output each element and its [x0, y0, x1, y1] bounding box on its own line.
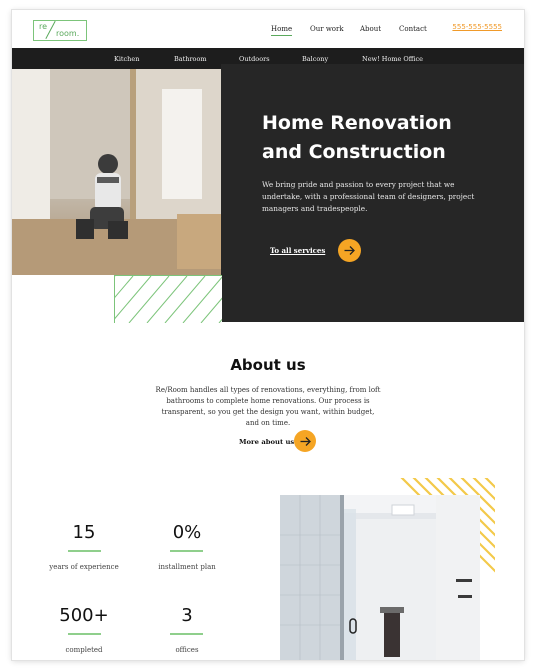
stat-value-offices: 3: [181, 605, 193, 626]
bathroom-photo: [280, 495, 480, 660]
stat-divider: [170, 550, 203, 552]
hero-title-line2: and Construction: [262, 141, 446, 163]
about-description: Re/Room handles all types of renovations…: [155, 386, 381, 427]
nav-home[interactable]: Home: [271, 25, 293, 36]
stat-value-installment: 0%: [172, 522, 202, 543]
logo[interactable]: re room.: [33, 20, 87, 41]
category-outdoors[interactable]: Outdoors: [239, 55, 270, 63]
more-about-link[interactable]: More about us: [239, 438, 294, 446]
arrow-right-icon: [300, 437, 311, 446]
stat-divider: [68, 550, 101, 552]
hero-description: We bring pride and passion to every proj…: [262, 180, 475, 213]
hero-title-line1: Home Renovation: [262, 112, 452, 134]
stat-label-completed: completed: [65, 646, 103, 654]
hero-title: Home Renovation and Construction: [262, 109, 502, 167]
bathroom-photo-illustration: [280, 495, 480, 660]
stat-label-installment: installment plan: [158, 563, 216, 571]
hero-photo-illustration: [12, 69, 221, 275]
category-balcony[interactable]: Balcony: [302, 55, 328, 63]
all-services-arrow-button[interactable]: [338, 239, 361, 262]
stat-label-years: years of experience: [49, 563, 119, 571]
stat-value-completed: 500+: [59, 605, 109, 626]
category-home-office[interactable]: New! Home Office: [362, 55, 423, 63]
stat-divider: [68, 633, 101, 635]
all-services-link[interactable]: To all services: [270, 246, 325, 255]
about-title: About us: [230, 356, 306, 374]
hero-photo: [12, 69, 221, 275]
category-bathroom[interactable]: Bathroom: [174, 55, 207, 63]
stat-label-offices: offices: [175, 646, 199, 654]
page: re room. Home Our work About Contact 555…: [12, 10, 524, 660]
nav-our-work[interactable]: Our work: [310, 25, 344, 33]
phone-link[interactable]: 555-555-5555: [452, 23, 502, 31]
arrow-right-icon: [344, 246, 355, 255]
hero-hatch-pattern: [114, 275, 222, 323]
logo-text-top: re: [39, 22, 48, 31]
logo-text-bottom: room.: [56, 29, 80, 38]
category-kitchen[interactable]: Kitchen: [114, 55, 139, 63]
stat-value-years: 15: [72, 522, 96, 543]
more-about-arrow-button[interactable]: [294, 430, 316, 452]
nav-contact[interactable]: Contact: [399, 25, 427, 33]
stat-divider: [170, 633, 203, 635]
nav-about[interactable]: About: [360, 25, 381, 33]
